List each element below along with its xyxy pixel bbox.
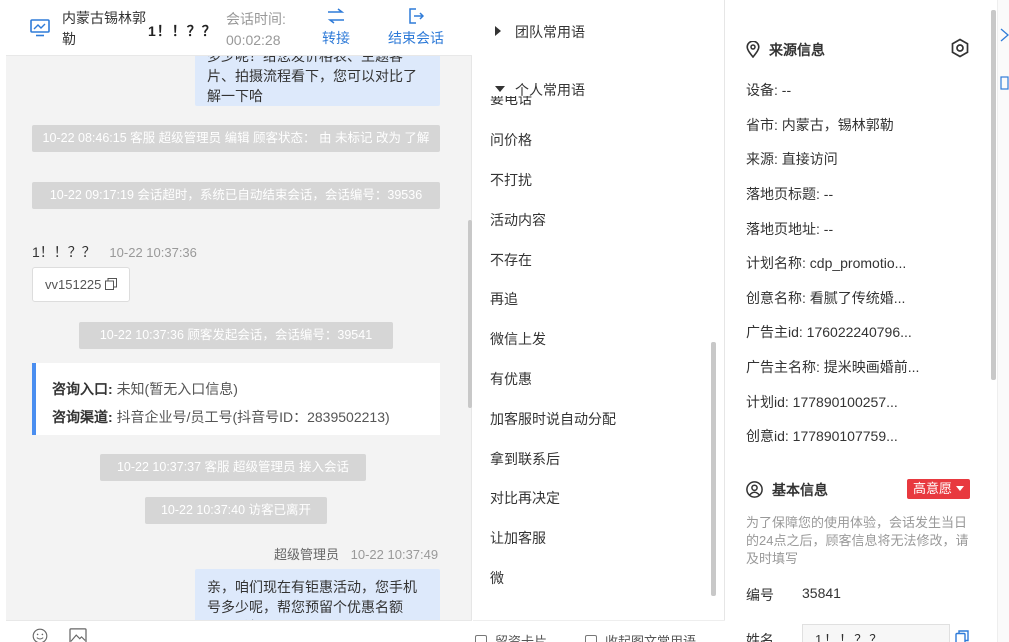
source-info-title: 来源信息 (746, 40, 825, 60)
agent-message-meta: 超级管理员 10-22 10:37:49 (274, 544, 438, 563)
customer-message-meta: 1！！？？ 10-22 10:37:36 (32, 242, 197, 262)
basic-info-title: 基本信息 (746, 480, 828, 500)
consult-info-card: 咨询入口: 未知(暂无入口信息) 咨询渠道: 抖音企业号/员工号(抖音号ID：2… (32, 363, 440, 435)
location-pin-icon (746, 40, 760, 59)
collapse-phrases-button[interactable]: 收起图文常用语 (585, 631, 696, 642)
system-message: 10-22 10:37:36 顾客发起会话，会话编号：39541 (79, 322, 393, 349)
customer-message-time: 10-22 10:37:36 (109, 245, 197, 260)
visitor-location-name: 内蒙古锡林郭勒 (62, 10, 146, 47)
system-message: 10-22 10:37:37 客服 超级管理员 接入会话 (100, 454, 366, 481)
advertiser-id-row: 广告主id: 176022240796... (746, 324, 912, 340)
chat-header: 内蒙古锡林郭勒 1！！？？ 会话时间: 00:02:28 转接 结束会话 (6, 0, 472, 56)
name-label: 姓名 (746, 632, 774, 642)
creative-id-row: 创意id: 177890107759... (746, 428, 898, 444)
lead-card-label: 留资卡片 (495, 634, 548, 642)
source-info-label: 来源信息 (769, 42, 825, 58)
phrase-item[interactable]: 拿到联系后 (490, 449, 560, 469)
copy-icon[interactable] (955, 630, 969, 642)
agent-message-time: 10-22 10:37:49 (350, 547, 439, 562)
province-row: 省市: 内蒙古，锡林郭勒 (746, 117, 894, 133)
phrase-footer: 留资卡片 收起图文常用语 (473, 620, 725, 642)
transfer-icon (327, 8, 345, 24)
source-row: 来源: 直接访问 (746, 151, 838, 167)
basic-info-label: 基本信息 (772, 482, 828, 498)
consult-channel-label: 咨询渠道: (52, 409, 113, 425)
team-phrases-group[interactable]: 团队常用语 (473, 14, 719, 50)
phrase-item[interactable]: 有优惠 (490, 369, 532, 389)
name-field[interactable]: 1！！？？ (802, 624, 950, 642)
collapse-icon (585, 635, 597, 642)
chat-panel: 内蒙古锡林郭勒 1！！？？ 会话时间: 00:02:28 转接 结束会话 多少呢… (6, 0, 472, 642)
chat-workspace: 内蒙古锡林郭勒 1！！？？ 会话时间: 00:02:28 转接 结束会话 多少呢… (0, 0, 1009, 642)
card-icon (475, 635, 487, 642)
landing-url-row: 落地页地址: -- (746, 221, 834, 237)
chat-message-list[interactable]: 多少呢？给您发价格表、主题客片、拍摄流程看下，您可以对比了解一下哈 10-22 … (6, 56, 472, 620)
quick-phrases-panel: 团队常用语 个人常用语 要电话 问价格 不打扰 活动内容 不存在 再追 微信上发… (473, 0, 725, 642)
customer-message-text: vv151225 (45, 277, 102, 292)
consult-channel-value: 抖音企业号/员工号(抖音号ID：2839502213) (116, 409, 390, 425)
advertiser-name-row: 广告主名称: 提米映画婚前... (746, 359, 920, 375)
system-message: 10-22 09:17:19 会话超时，系统已自动结束会话，会话编号：39536 (32, 182, 440, 209)
phrase-item[interactable]: 让加客服 (490, 528, 546, 548)
document-icon[interactable] (1000, 76, 1009, 90)
phrase-item[interactable]: 不存在 (490, 250, 532, 270)
settings-icon[interactable] (950, 38, 970, 58)
session-time-value: 00:02:28 (226, 32, 281, 48)
chat-toolbar (6, 620, 472, 642)
phrase-item[interactable]: 微 (490, 568, 504, 588)
phrase-scrollbar[interactable] (711, 342, 716, 596)
agent-name: 超级管理员 (274, 547, 340, 562)
image-icon[interactable] (68, 628, 88, 642)
chat-scrollbar[interactable] (468, 220, 472, 408)
user-circle-icon (746, 481, 763, 498)
phrase-item[interactable]: 活动内容 (490, 210, 546, 230)
phrase-item[interactable]: 加客服时说自动分配 (490, 409, 616, 429)
end-session-label: 结束会话 (388, 30, 444, 46)
creative-name-row: 创意名称: 看腻了传统婚... (746, 290, 906, 306)
phrase-item[interactable]: 要电话 (490, 96, 532, 109)
transfer-button[interactable]: 转接 (318, 8, 354, 48)
transfer-label: 转接 (322, 30, 350, 46)
right-edge-strip (997, 0, 1009, 642)
end-session-button[interactable]: 结束会话 (384, 8, 448, 48)
phrase-list[interactable]: 要电话 问价格 不打扰 活动内容 不存在 再追 微信上发 有优惠 加客服时说自动… (473, 96, 719, 606)
phrase-item[interactable]: 再追 (490, 289, 518, 309)
phrase-item[interactable]: 微信上发 (490, 329, 546, 349)
device-row: 设备: -- (746, 82, 792, 98)
consult-entry-value: 未知(暂无入口信息) (116, 381, 238, 397)
landing-title-row: 落地页标题: -- (746, 186, 834, 202)
system-message: 10-22 10:37:40 访客已离开 (145, 497, 327, 524)
agent-message-bubble: 亲，咱们现在有钜惠活动，您手机号多少呢，帮您预留个优惠名额哦！手机号码登记一下，… (195, 569, 440, 620)
consult-entry-label: 咨询入口: (52, 381, 113, 397)
plan-id-row: 计划id: 177890100257... (746, 394, 898, 410)
phrase-item[interactable]: 问价格 (490, 130, 532, 150)
customer-name: 1！！？？ (32, 244, 96, 260)
visitor-nickname: 1！！？？ (148, 23, 217, 39)
phrase-item[interactable]: 对比再决定 (490, 488, 560, 508)
visitor-info-panel: 来源信息 设备: -- 省市: 内蒙古，锡林郭勒 来源: 直接访问 落地页标题:… (726, 0, 996, 642)
intent-level-dropdown[interactable]: 高意愿 (907, 479, 971, 499)
plan-name-row: 计划名称: cdp_promotio... (746, 255, 907, 271)
agent-message-bubble: 多少呢？给您发价格表、主题客片、拍摄流程看下，您可以对比了解一下哈 (195, 56, 440, 106)
info-scrollbar[interactable] (991, 10, 996, 380)
number-label: 编号 (746, 587, 774, 603)
system-message: 10-22 08:46:15 客服 超级管理员 编辑 顾客状态： 由 未标记 改… (32, 125, 440, 152)
expand-icon[interactable] (1000, 28, 1009, 42)
caret-right-icon (495, 26, 501, 36)
number-value: 35841 (802, 585, 841, 601)
consult-channel-row: 咨询渠道: 抖音企业号/员工号(抖音号ID：2839502213) (52, 403, 440, 431)
customer-message-bubble[interactable]: vv151225 (32, 267, 131, 302)
copy-icon[interactable] (105, 278, 118, 290)
logout-icon (409, 8, 424, 24)
caret-down-icon (495, 86, 505, 92)
emoji-icon[interactable] (30, 628, 50, 642)
collapse-phrases-label: 收起图文常用语 (605, 634, 697, 642)
consult-entry-row: 咨询入口: 未知(暂无入口信息) (52, 375, 440, 403)
session-time-label: 会话时间: (226, 11, 286, 27)
phrase-item[interactable]: 不打扰 (490, 170, 532, 190)
monitor-icon (30, 19, 50, 37)
lead-card-button[interactable]: 留资卡片 (475, 631, 547, 642)
team-phrases-label: 团队常用语 (515, 24, 585, 40)
edit-hint-text: 为了保障您的使用体验，会话发生当日的24点之后，顾客信息将无法修改，请及时填写 (746, 515, 969, 566)
